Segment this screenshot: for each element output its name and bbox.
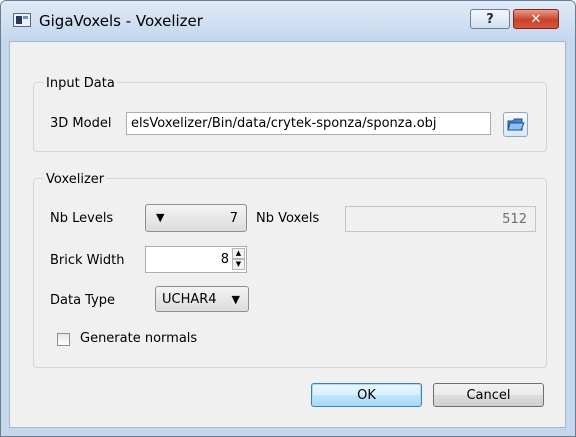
help-button[interactable]: ? (470, 9, 510, 29)
brick-width-spinbox[interactable]: 8 ▲ ▼ (145, 246, 247, 273)
open-folder-icon (507, 118, 525, 131)
dialog-body: Input Data 3D Model elsVoxelizer/Bin/dat… (9, 41, 566, 428)
data-type-label: Data Type (50, 293, 116, 308)
nb-voxels-field: 512 (345, 206, 536, 232)
browse-button[interactable] (503, 112, 528, 137)
nb-voxels-value: 512 (502, 211, 527, 227)
nb-voxels-label: Nb Voxels (256, 211, 320, 226)
nb-levels-label: Nb Levels (50, 211, 114, 226)
help-icon: ? (486, 11, 494, 27)
cancel-button[interactable]: Cancel (433, 383, 544, 407)
chevron-down-icon: ▼ (156, 211, 165, 224)
voxelizer-group-title: Voxelizer (44, 172, 107, 187)
nb-levels-value: 7 (229, 211, 238, 226)
voxelizer-dialog: GigaVoxels - Voxelizer ? ✕ Input Data 3D… (0, 0, 576, 437)
model-label: 3D Model (50, 116, 112, 131)
data-type-value: UCHAR4 (162, 292, 217, 307)
model-path-value: elsVoxelizer/Bin/data/crytek-sponza/spon… (131, 116, 437, 131)
close-button[interactable]: ✕ (513, 9, 559, 29)
data-type-dropdown[interactable]: UCHAR4 ▼ (155, 286, 249, 312)
nb-levels-dropdown[interactable]: ▼ 7 (145, 204, 247, 232)
chevron-down-icon: ▼ (231, 293, 240, 306)
spin-up-button[interactable]: ▲ (232, 248, 245, 259)
arrow-up-icon: ▲ (235, 249, 242, 257)
window-title: GigaVoxels - Voxelizer (39, 12, 203, 30)
close-icon: ✕ (530, 11, 542, 27)
brick-width-label: Brick Width (50, 253, 125, 268)
generate-normals-checkbox[interactable] (57, 333, 70, 346)
spin-down-button[interactable]: ▼ (232, 259, 245, 270)
title-bar[interactable]: GigaVoxels - Voxelizer ? ✕ (1, 1, 575, 41)
model-path-field[interactable]: elsVoxelizer/Bin/data/crytek-sponza/spon… (126, 112, 491, 135)
app-icon (13, 13, 31, 27)
brick-width-value: 8 (220, 252, 229, 267)
generate-normals-label[interactable]: Generate normals (80, 331, 197, 346)
arrow-down-icon: ▼ (235, 260, 242, 268)
ok-button-label: OK (357, 387, 376, 403)
ok-button[interactable]: OK (311, 383, 422, 407)
input-data-group-title: Input Data (44, 76, 117, 91)
cancel-button-label: Cancel (466, 387, 511, 403)
